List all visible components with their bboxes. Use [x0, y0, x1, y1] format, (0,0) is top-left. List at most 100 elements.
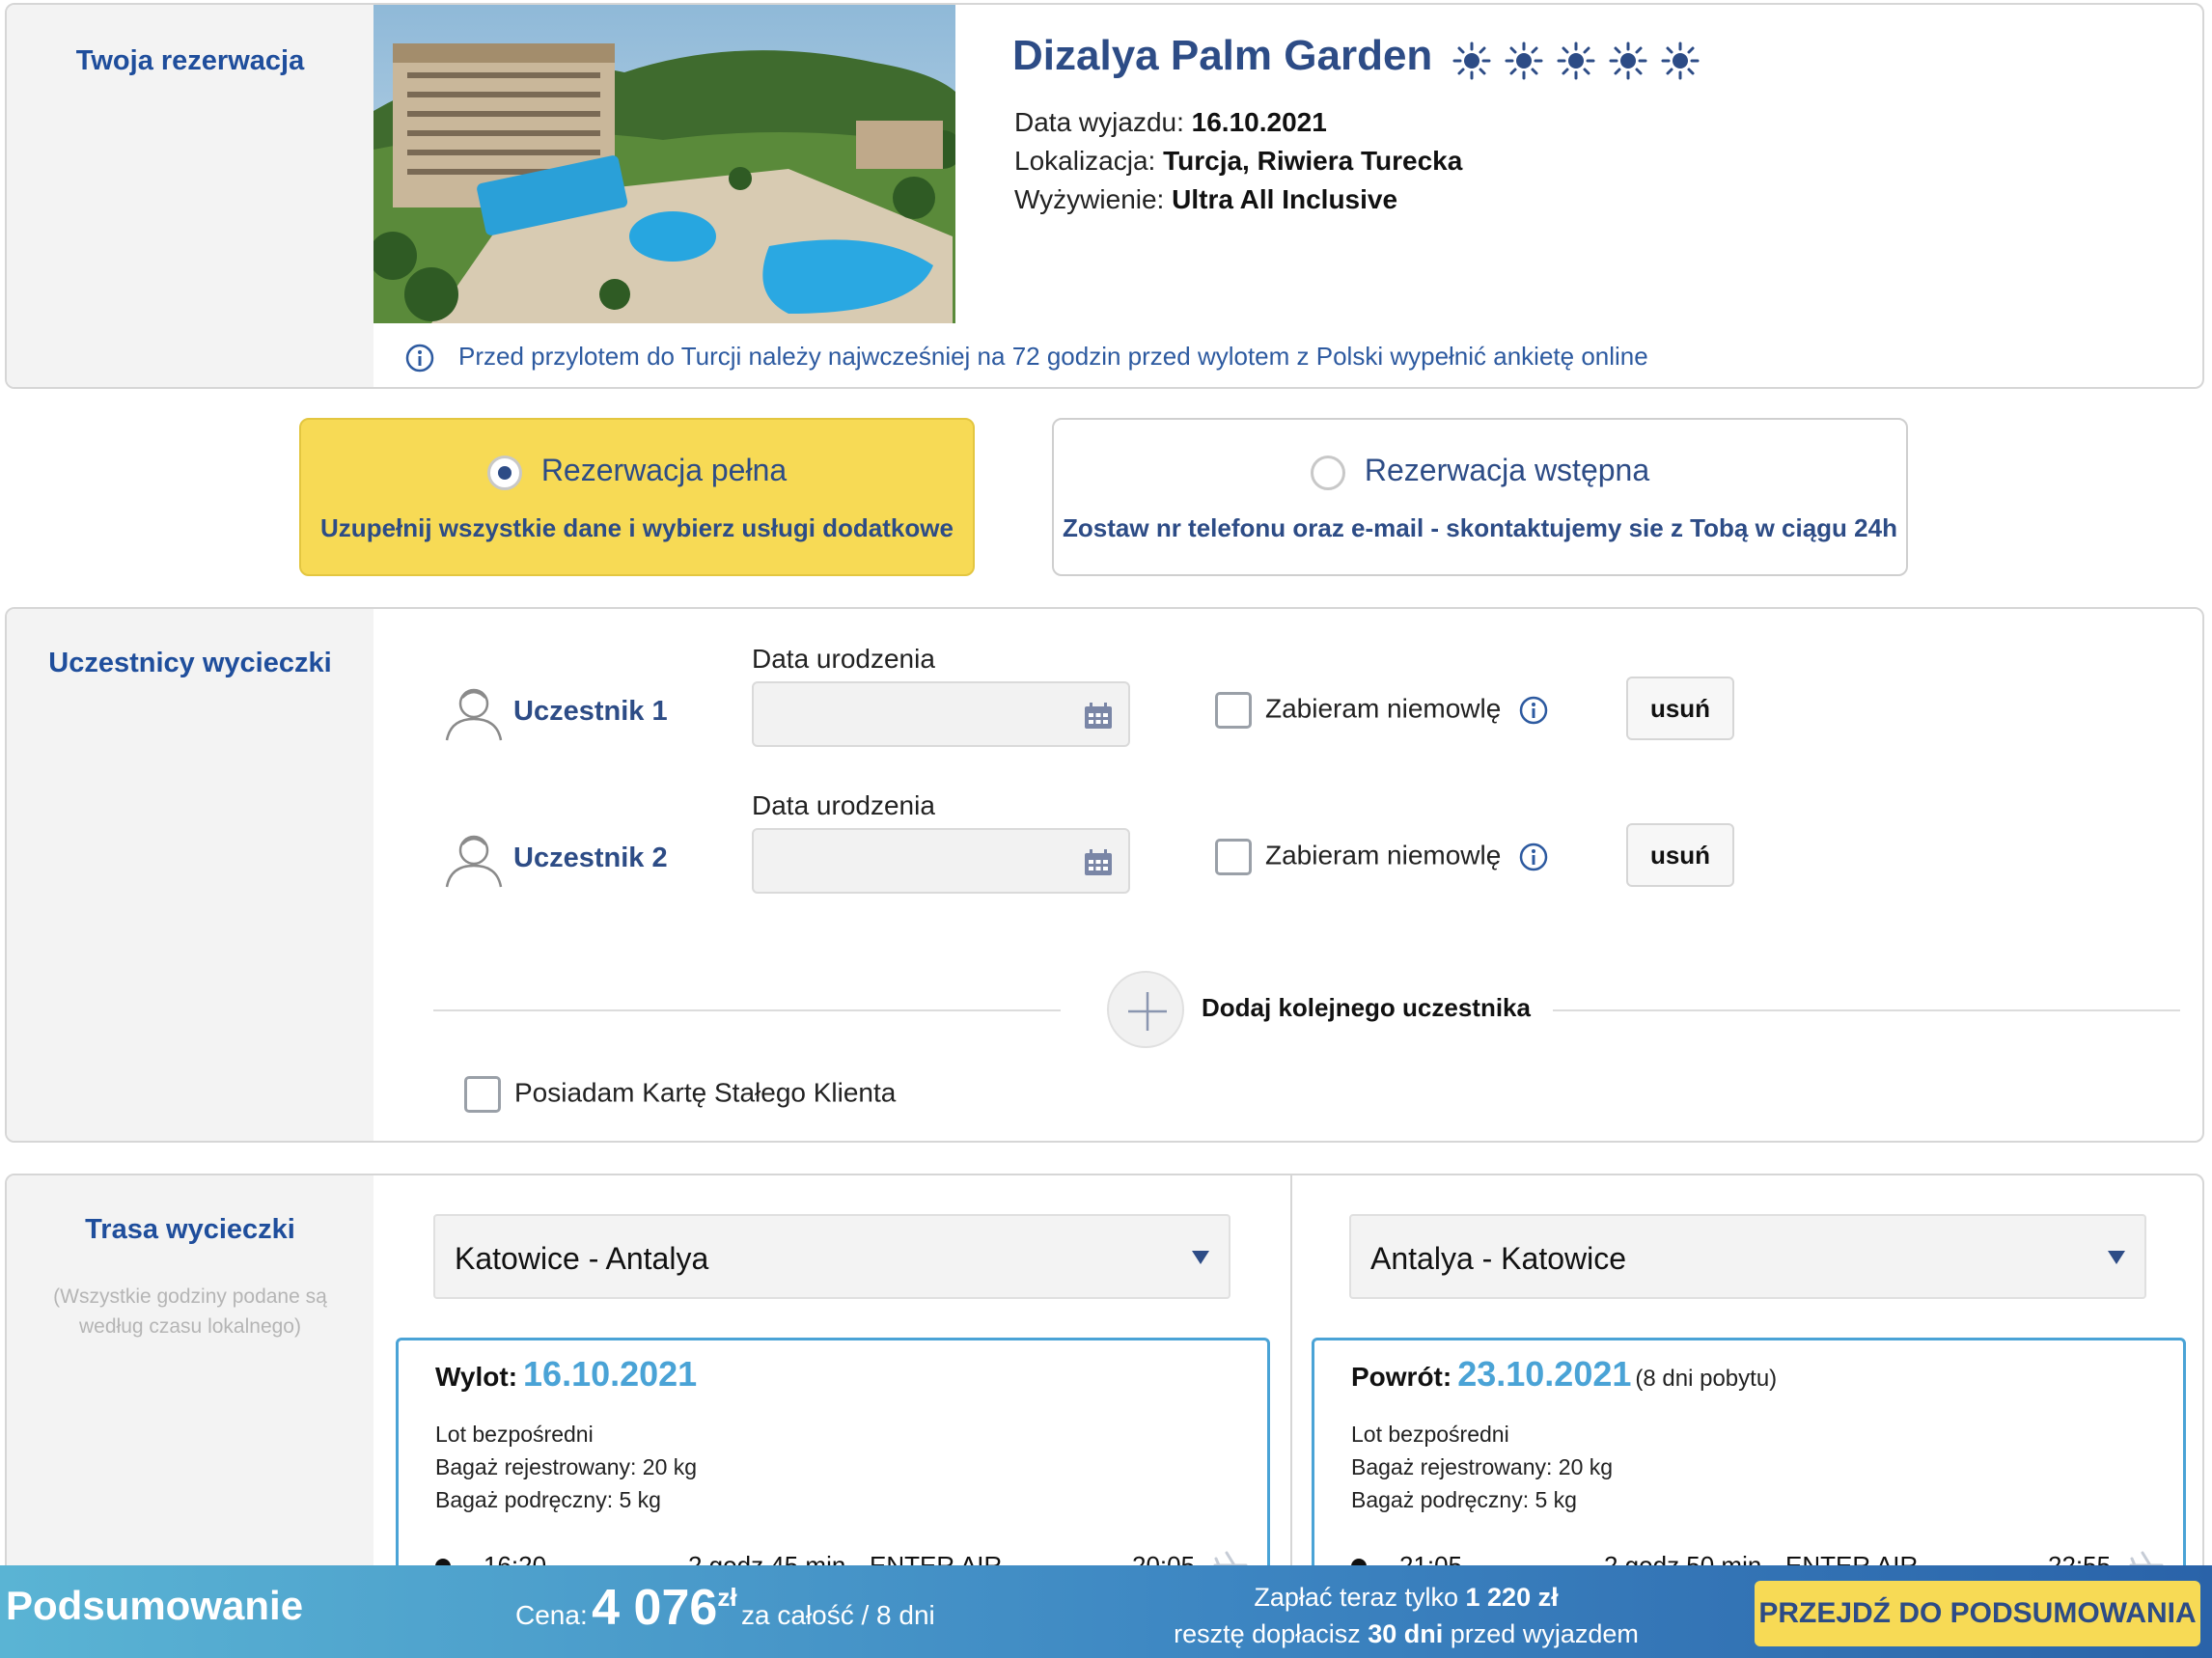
rest-prefix: resztę dopłacisz — [1174, 1619, 1361, 1648]
infant-label: Zabieram niemowlę — [1265, 840, 1502, 870]
sun-icon — [1557, 41, 1595, 80]
departure-label: Data wyjazdu: — [1014, 107, 1184, 137]
price-value: 4 076 — [592, 1580, 718, 1636]
summary-title[interactable]: Podsumowanie — [6, 1583, 303, 1629]
price-currency: zł — [717, 1583, 737, 1612]
inbound-route-select[interactable]: Antalya - Katowice — [1349, 1214, 2146, 1299]
participant-row: Uczestnik 2 Data urodzenia Zabieram niem… — [7, 756, 2202, 894]
route-note: (Wszystkie godziny podane są według czas… — [53, 1285, 327, 1338]
participant-name: Uczestnik 2 — [513, 843, 668, 873]
booking-panel: Twoja rezerwacja Dizalya Palm Garden Dat… — [5, 3, 2204, 389]
radio-full[interactable] — [486, 455, 522, 490]
remove-participant-button[interactable]: usuń — [1626, 823, 1734, 887]
divider — [1553, 1009, 2180, 1011]
rest-value: 30 dni — [1368, 1619, 1444, 1648]
option-pre-desc: Zostaw nr telefonu oraz e-mail - skontak… — [1063, 513, 1897, 542]
travel-notice[interactable]: Przed przylotem do Turcji należy najwcze… — [404, 342, 1648, 373]
participant-name: Uczestnik 1 — [513, 696, 668, 727]
plus-icon — [1128, 992, 1167, 1031]
option-pre-title-row: Rezerwacja wstępna — [1054, 453, 1906, 490]
pay-now-prefix: Zapłać teraz tylko — [1254, 1583, 1458, 1612]
info-icon[interactable] — [1518, 695, 1549, 726]
location-label: Lokalizacja: — [1014, 146, 1156, 176]
inbound-route-value: Antalya - Katowice — [1370, 1241, 1627, 1276]
outbound-head: Wylot: 16.10.2021 — [435, 1354, 701, 1395]
inbound-head-label: Powrót: — [1351, 1362, 1452, 1392]
caret-down-icon — [1192, 1251, 1209, 1264]
summary-bar: Podsumowanie Cena: 4 076zł za całość / 8… — [0, 1565, 2212, 1658]
infant-checkbox[interactable] — [1215, 839, 1252, 875]
inbound-checked-baggage: Bagaż rejestrowany: 20 kg — [1351, 1454, 1614, 1479]
calendar-icon[interactable] — [1084, 703, 1113, 730]
pay-now-value: 1 220 zł — [1465, 1583, 1559, 1612]
rest-line: resztę dopłacisz 30 dni przed wyjazdem — [1170, 1616, 1643, 1652]
birthdate-input[interactable] — [752, 828, 1130, 894]
hotel-photo[interactable] — [373, 5, 955, 323]
inbound-head-note: (8 dni pobytu) — [1635, 1366, 1778, 1392]
board-value: Ultra All Inclusive — [1172, 184, 1398, 214]
summary-payment: Zapłać teraz tylko 1 220 zł resztę dopła… — [1170, 1579, 1643, 1652]
departure-value: 16.10.2021 — [1191, 107, 1327, 137]
option-full-reservation[interactable]: Rezerwacja pełna Uzupełnij wszystkie dan… — [299, 418, 975, 576]
board-label: Wyżywienie: — [1014, 184, 1165, 214]
booking-side-title: Twoja rezerwacja — [75, 45, 305, 76]
outbound-hand-baggage: Bagaż podręczny: 5 kg — [435, 1487, 661, 1512]
sun-icon — [1452, 41, 1491, 80]
departure-date: Data wyjazdu: 16.10.2021 — [1014, 107, 1327, 138]
inbound-head-date: 23.10.2021 — [1457, 1354, 1632, 1394]
participant-row: Uczestnik 1 Data urodzenia Zabieram niem… — [7, 609, 2202, 747]
summary-price: Cena: 4 076zł za całość / 8 dni — [515, 1579, 935, 1637]
price-label: Cena: — [515, 1600, 588, 1630]
option-pre-reservation[interactable]: Rezerwacja wstępna Zostaw nr telefonu or… — [1052, 418, 1908, 576]
location: Lokalizacja: Turcja, Riwiera Turecka — [1014, 146, 1462, 177]
option-full-desc: Uzupełnij wszystkie dane i wybierz usług… — [320, 513, 954, 542]
outbound-head-date: 16.10.2021 — [523, 1354, 698, 1394]
pay-now-line: Zapłać teraz tylko 1 220 zł — [1170, 1579, 1643, 1616]
person-icon — [445, 835, 503, 888]
inbound-direct: Lot bezpośredni — [1351, 1422, 1509, 1447]
notice-text[interactable]: Przed przylotem do Turcji należy najwcze… — [458, 342, 1648, 371]
loyalty-label: Posiadam Kartę Stałego Klienta — [514, 1077, 897, 1108]
option-full-title: Rezerwacja pełna — [540, 453, 788, 487]
outbound-direct: Lot bezpośredni — [435, 1422, 594, 1447]
calendar-icon[interactable] — [1084, 849, 1113, 876]
hotel-name[interactable]: Dizalya Palm Garden — [1012, 32, 1713, 82]
outbound-head-label: Wylot: — [435, 1362, 518, 1392]
option-pre-title: Rezerwacja wstępna — [1364, 453, 1650, 487]
outbound-route-value: Katowice - Antalya — [455, 1241, 709, 1276]
infant-checkbox[interactable] — [1215, 692, 1252, 729]
divider — [433, 1009, 1061, 1011]
inbound-head: Powrót: 23.10.2021 (8 dni pobytu) — [1351, 1354, 1777, 1395]
sun-icon — [1505, 41, 1543, 80]
remove-participant-button[interactable]: usuń — [1626, 677, 1734, 740]
inbound-hand-baggage: Bagaż podręczny: 5 kg — [1351, 1487, 1577, 1512]
hotel-stars — [1452, 34, 1713, 82]
birthdate-input[interactable] — [752, 681, 1130, 747]
loyalty-card-option[interactable]: Posiadam Kartę Stałego Klienta — [464, 1076, 896, 1113]
infant-label: Zabieram niemowlę — [1265, 693, 1502, 724]
rest-suffix: przed wyjazdem — [1450, 1619, 1639, 1648]
location-value: Turcja, Riwiera Turecka — [1163, 146, 1463, 176]
infant-option[interactable]: Zabieram niemowlę — [1215, 692, 1549, 729]
birthdate-label: Data urodzenia — [752, 644, 935, 674]
sun-icon — [1609, 41, 1647, 80]
info-icon — [405, 344, 434, 373]
board: Wyżywienie: Ultra All Inclusive — [1014, 184, 1397, 215]
outbound-checked-baggage: Bagaż rejestrowany: 20 kg — [435, 1454, 698, 1479]
price-suffix: za całość / 8 dni — [741, 1600, 935, 1630]
hotel-name-text[interactable]: Dizalya Palm Garden — [1012, 32, 1432, 79]
info-icon[interactable] — [1518, 842, 1549, 872]
sun-icon — [1661, 41, 1700, 80]
infant-option[interactable]: Zabieram niemowlę — [1215, 839, 1549, 875]
radio-pre[interactable] — [1310, 455, 1345, 490]
outbound-route-select[interactable]: Katowice - Antalya — [433, 1214, 1230, 1299]
caret-down-icon — [2108, 1251, 2125, 1264]
person-icon — [445, 688, 503, 741]
go-to-summary-button[interactable]: PRZEJDŹ DO PODSUMOWANIA — [1755, 1581, 2200, 1646]
add-participant-label[interactable]: Dodaj kolejnego uczestnika — [1202, 993, 1531, 1023]
loyalty-checkbox[interactable] — [464, 1076, 501, 1113]
add-participant-button[interactable] — [1107, 971, 1184, 1048]
birthdate-label: Data urodzenia — [752, 790, 935, 820]
participants-panel: Uczestnicy wycieczki Uczestnik 1 Data ur… — [5, 607, 2204, 1143]
option-full-title-row: Rezerwacja pełna — [301, 453, 973, 490]
